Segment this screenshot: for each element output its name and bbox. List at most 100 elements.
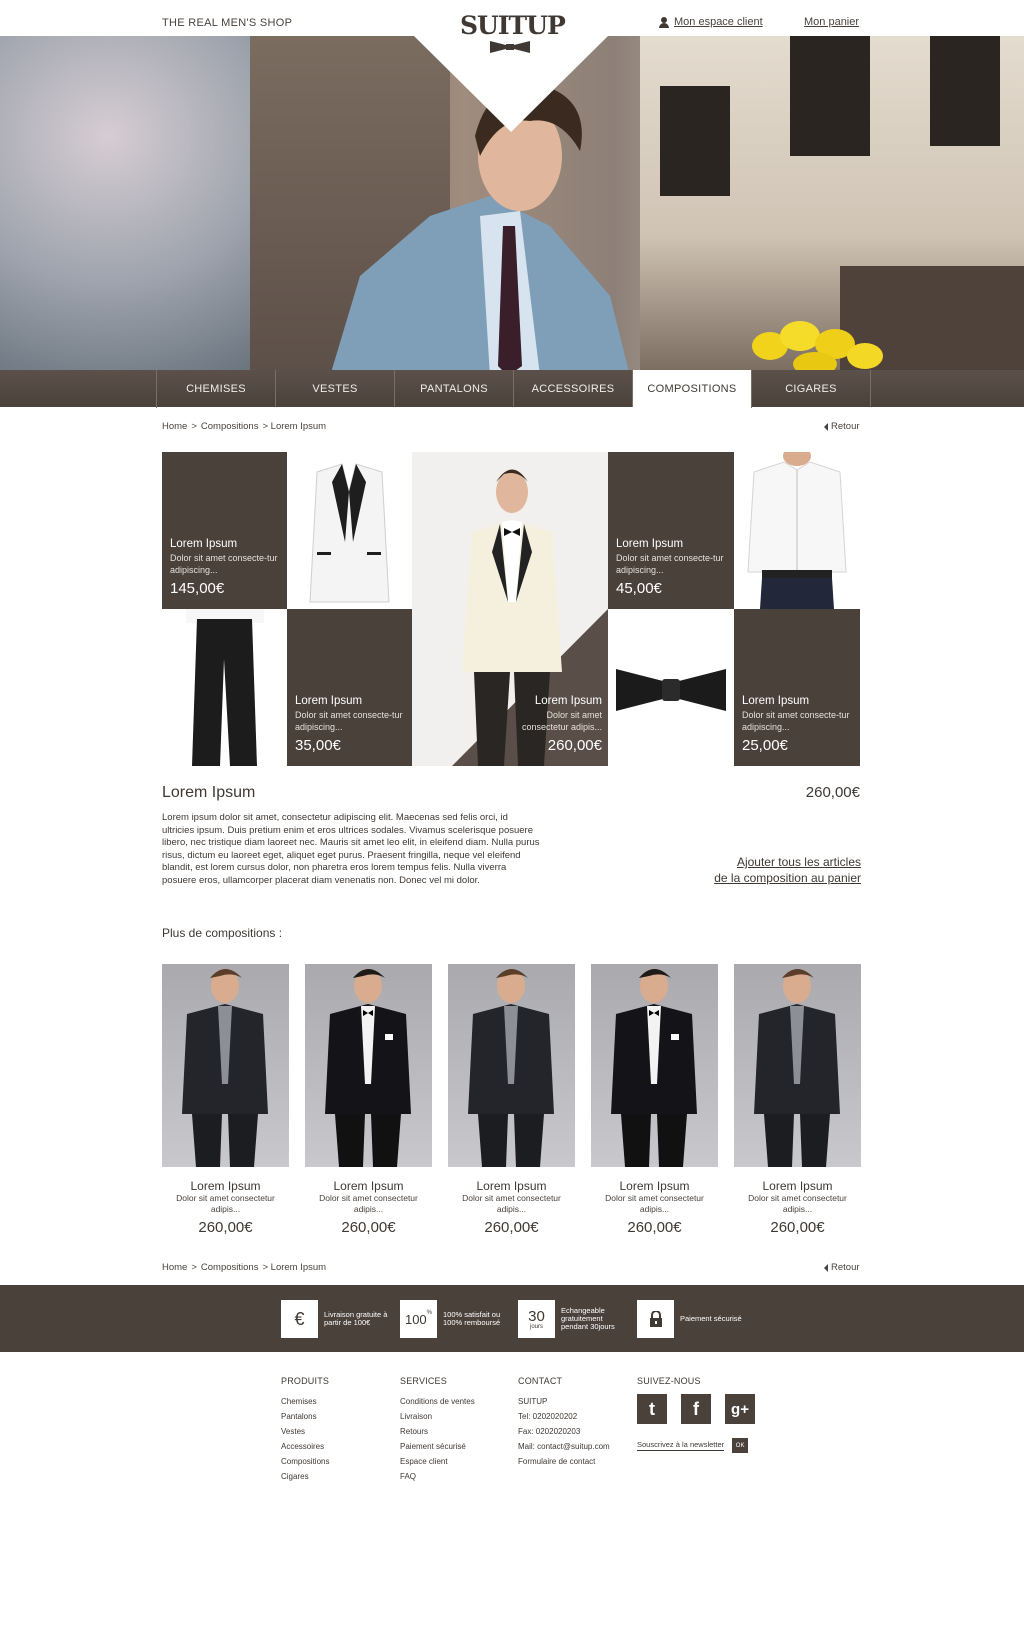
site-logo[interactable]: SUITUP — [460, 11, 566, 54]
contact-tel: Tel: 0202020202 — [518, 1412, 578, 1421]
product-card-trousers[interactable]: Lorem Ipsum Dolor sit amet consecte-tur … — [287, 609, 412, 766]
product-price: 260,00€ — [547, 737, 602, 754]
list-item[interactable]: Lorem Ipsum Dolor sit amet consectetur a… — [305, 964, 432, 1236]
composition-name: Lorem Ipsum — [619, 1179, 690, 1193]
list-item[interactable]: Lorem Ipsum Dolor sit amet consectetur a… — [591, 964, 718, 1236]
feature-text: 100% satisfait ou 100% remboursé — [443, 1310, 501, 1327]
feature-exchange: 30 jours Echangeable gratuitement pendant… — [518, 1300, 625, 1338]
footer-link-paiement[interactable]: Paiement sécurisé — [400, 1439, 510, 1454]
composition-desc: Dolor sit amet consectetur adipis... — [176, 1193, 275, 1214]
back-arrow-icon — [824, 422, 828, 431]
breadcrumb-home[interactable]: Home — [162, 1262, 187, 1273]
nav-item-compositions[interactable]: COMPOSITIONS — [633, 370, 752, 408]
product-image-model[interactable]: Lorem Ipsum Dolor sit amet consectetur a… — [412, 452, 608, 766]
list-item[interactable]: Lorem Ipsum Dolor sit amet consectetur a… — [162, 964, 289, 1236]
nav-item-pantalons[interactable]: PANTALONS — [395, 370, 514, 407]
main-nav: CHEMISES VESTES PANTALONS ACCESSOIRES CO… — [0, 370, 1024, 408]
footer-link-cigares[interactable]: Cigares — [281, 1469, 391, 1484]
footer-link-retours[interactable]: Retours — [400, 1424, 510, 1439]
list-item[interactable]: Lorem Ipsum Dolor sit amet consectetur a… — [448, 964, 575, 1236]
percent-badge: 100% — [400, 1300, 437, 1338]
calendar-badge: 30 jours — [518, 1300, 555, 1338]
composition-price: 260,00€ — [627, 1219, 682, 1236]
footer-link-chemises[interactable]: Chemises — [281, 1394, 391, 1409]
product-desc: Dolor sit amet consecte-tur adipiscing..… — [616, 553, 724, 575]
back-link[interactable]: Retour — [824, 421, 860, 432]
product-title: Lorem Ipsum — [295, 695, 363, 707]
back-arrow-icon — [824, 1263, 828, 1272]
composition-desc: Dolor sit amet consectetur adipis... — [748, 1193, 847, 1214]
product-price: 35,00€ — [295, 737, 341, 754]
nav-item-cigares[interactable]: CIGARES — [752, 370, 871, 407]
back-link-bottom[interactable]: Retour — [824, 1262, 860, 1273]
list-item[interactable]: Lorem Ipsum Dolor sit amet consectetur a… — [734, 964, 861, 1236]
composition-price: 260,00€ — [484, 1219, 539, 1236]
newsletter-link[interactable]: Souscrivez à la newsletter — [637, 1440, 725, 1451]
bow-tie-icon — [490, 41, 530, 53]
composition-price: 260,00€ — [770, 1219, 825, 1236]
product-card-bowtie[interactable]: Lorem Ipsum Dolor sit amet consecte-tur … — [734, 609, 860, 766]
product-price: 145,00€ — [170, 580, 225, 597]
footer-link-livraison[interactable]: Livraison — [400, 1409, 510, 1424]
twitter-icon[interactable]: t — [637, 1394, 667, 1424]
breadcrumb-compositions[interactable]: Compositions — [201, 421, 259, 432]
footer-link-faq[interactable]: FAQ — [400, 1469, 510, 1484]
breadcrumb-current: > Lorem Ipsum — [262, 421, 327, 432]
product-image-trousers[interactable] — [162, 609, 287, 766]
product-image-jacket[interactable] — [287, 452, 412, 609]
footer-link-conditions[interactable]: Conditions de ventes — [400, 1394, 510, 1409]
back-label: Retour — [831, 421, 860, 432]
account-label: Mon espace client — [674, 16, 763, 28]
product-card-shirt[interactable]: Lorem Ipsum Dolor sit amet consecte-tur … — [608, 452, 734, 609]
composition-photo — [734, 964, 861, 1167]
nav-item-accessoires[interactable]: ACCESSOIRES — [514, 370, 633, 407]
footer-link-accessoires[interactable]: Accessoires — [281, 1439, 391, 1454]
footer-produits: PRODUITS Chemises Pantalons Vestes Acces… — [281, 1376, 391, 1484]
add-all-line-2: de la composition au panier — [714, 871, 861, 885]
breadcrumb-current: > Lorem Ipsum — [262, 1262, 327, 1273]
product-image-shirt[interactable] — [734, 452, 860, 609]
product-title: Lorem Ipsum — [170, 538, 238, 550]
product-image-bowtie[interactable] — [608, 609, 734, 766]
footer-link-compositions[interactable]: Compositions — [281, 1454, 391, 1469]
breadcrumb: Home > Compositions > Lorem Ipsum — [162, 421, 326, 432]
composition-photo — [162, 964, 289, 1167]
cart-link[interactable]: Mon panier — [804, 16, 859, 28]
footer-link-espace-client[interactable]: Espace client — [400, 1454, 510, 1469]
breadcrumb-separator: > — [191, 1262, 197, 1273]
newsletter: Souscrivez à la newsletter OK — [637, 1438, 767, 1453]
contact-mail[interactable]: Mail: contact@suitup.com — [518, 1439, 628, 1454]
contact-form-link[interactable]: Formulaire de contact — [518, 1454, 628, 1469]
product-price: 45,00€ — [616, 580, 662, 597]
breadcrumb-compositions[interactable]: Compositions — [201, 1262, 259, 1273]
product-card-jacket[interactable]: Lorem Ipsum Dolor sit amet consecte-tur … — [162, 452, 287, 609]
composition-price: 260,00€ — [805, 784, 860, 801]
composition-price: 260,00€ — [198, 1219, 253, 1236]
logo-text: SUITUP — [460, 11, 566, 40]
composition-grid: Lorem Ipsum Dolor sit amet consecte-tur … — [162, 452, 860, 766]
footer-link-pantalons[interactable]: Pantalons — [281, 1409, 391, 1424]
account-link[interactable]: Mon espace client — [659, 16, 763, 28]
nav-item-vestes[interactable]: VESTES — [276, 370, 395, 407]
feature-satisfaction: 100% 100% satisfait ou 100% remboursé — [400, 1300, 507, 1338]
euro-icon: € — [281, 1300, 318, 1338]
composition-title: Lorem Ipsum — [162, 784, 256, 801]
nav-item-chemises[interactable]: CHEMISES — [157, 370, 276, 407]
feature-delivery: € Livraison gratuite à partir de 100€ — [281, 1300, 388, 1338]
google-plus-icon[interactable]: g+ — [725, 1394, 755, 1424]
breadcrumb-home[interactable]: Home — [162, 421, 187, 432]
composition-description: Lorem ipsum dolor sit amet, consectetur … — [162, 812, 540, 886]
product-title: Lorem Ipsum — [742, 695, 810, 707]
newsletter-ok-button[interactable]: OK — [732, 1438, 749, 1453]
feature-text: Paiement sécurisé — [680, 1314, 742, 1323]
add-all-to-cart-link[interactable]: Ajouter tous les articles de la composit… — [660, 854, 861, 886]
product-title: Lorem Ipsum — [534, 695, 602, 707]
footer-link-vestes[interactable]: Vestes — [281, 1424, 391, 1439]
composition-photo — [305, 964, 432, 1167]
more-compositions-list: Lorem Ipsum Dolor sit amet consectetur a… — [162, 964, 861, 1244]
facebook-icon[interactable]: f — [681, 1394, 711, 1424]
composition-name: Lorem Ipsum — [476, 1179, 547, 1193]
footer-heading: PRODUITS — [281, 1376, 330, 1386]
feature-text: Echangeable gratuitement pendant 30jours — [561, 1306, 615, 1331]
user-icon — [659, 16, 669, 28]
